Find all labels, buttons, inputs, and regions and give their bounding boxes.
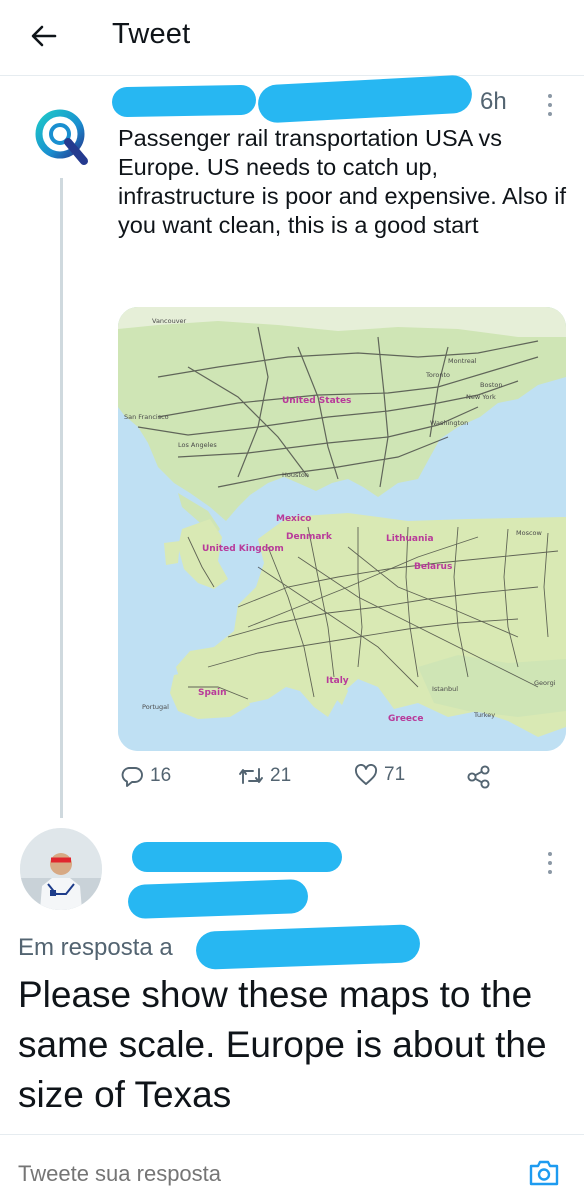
like-button[interactable]: 71	[354, 764, 405, 786]
redacted-reply-author-name	[132, 842, 342, 872]
reply-text: Please show these maps to the same scale…	[18, 974, 547, 1115]
arrow-left-icon	[31, 25, 57, 47]
map-label-spain: Spain	[198, 688, 227, 698]
redacted-reply-to-handle	[195, 924, 421, 970]
reply-more-options-button[interactable]	[540, 848, 560, 878]
like-count: 71	[384, 764, 406, 785]
map-label-moscow: Moscow	[516, 529, 543, 537]
redacted-reply-author-handle	[127, 878, 309, 920]
map-label-san-francisco: San Francisco	[124, 413, 169, 421]
rail-map-image[interactable]: Vancouver Montreal Toronto Boston New Yo…	[118, 307, 566, 751]
map-label-united-states: United States	[282, 396, 351, 406]
share-button[interactable]	[466, 764, 492, 790]
tweet-text: Passenger rail transportation USA vs Eur…	[118, 125, 567, 238]
share-icon	[467, 765, 490, 789]
reply-icon	[121, 767, 143, 787]
map-label-lithuania: Lithuania	[386, 534, 434, 544]
map-label-montreal: Montreal	[448, 357, 477, 365]
map-label-houston: Houston	[282, 471, 309, 479]
map-label-united-kingdom: United Kingdom	[202, 544, 284, 554]
reply-input[interactable]	[18, 1161, 498, 1187]
camera-icon	[529, 1160, 559, 1186]
map-label-portugal: Portugal	[142, 703, 169, 711]
map-label-italy: Italy	[326, 676, 349, 686]
q-logo-icon	[35, 109, 88, 165]
map-label-denmark: Denmark	[286, 532, 333, 542]
map-label-washington: Washington	[430, 419, 468, 427]
reply-count: 16	[150, 765, 172, 786]
redacted-author-name	[111, 84, 257, 118]
back-button[interactable]	[22, 16, 66, 56]
map-label-belarus: Belarus	[414, 562, 452, 572]
map-label-new-york: New York	[466, 393, 496, 401]
map-label-los-angeles: Los Angeles	[178, 441, 217, 449]
add-photo-button[interactable]	[526, 1155, 562, 1191]
reply-button[interactable]: 16	[120, 764, 171, 788]
heart-icon	[355, 764, 377, 785]
retweet-icon	[239, 768, 263, 784]
thread-line	[60, 178, 63, 818]
top-bar: Tweet	[0, 0, 584, 76]
redacted-author-handle	[257, 74, 473, 124]
map-label-turkey: Turkey	[473, 711, 495, 719]
map-label-istanbul: Istanbul	[432, 685, 458, 693]
person-photo-avatar	[20, 828, 102, 910]
reply-composer	[0, 1134, 584, 1200]
more-options-button[interactable]	[540, 90, 560, 120]
author-avatar[interactable]	[30, 105, 94, 169]
retweet-count: 21	[270, 765, 292, 786]
map-label-boston: Boston	[480, 381, 502, 389]
map-label-vancouver: Vancouver	[152, 317, 187, 325]
tweet-time: 6h	[480, 88, 507, 115]
map-label-mexico: Mexico	[276, 514, 311, 524]
rail-map-graphic: Vancouver Montreal Toronto Boston New Yo…	[118, 307, 566, 751]
tweet-actions: 16 21 71	[118, 764, 558, 804]
map-label-greece: Greece	[388, 714, 423, 724]
reply-author-avatar[interactable]	[20, 828, 102, 910]
map-label-toronto: Toronto	[425, 371, 450, 379]
retweet-button[interactable]: 21	[238, 764, 291, 788]
map-label-georgia: Georgi	[534, 679, 556, 687]
page-title: Tweet	[112, 18, 191, 50]
reply-to-label: Em resposta a	[18, 934, 173, 961]
